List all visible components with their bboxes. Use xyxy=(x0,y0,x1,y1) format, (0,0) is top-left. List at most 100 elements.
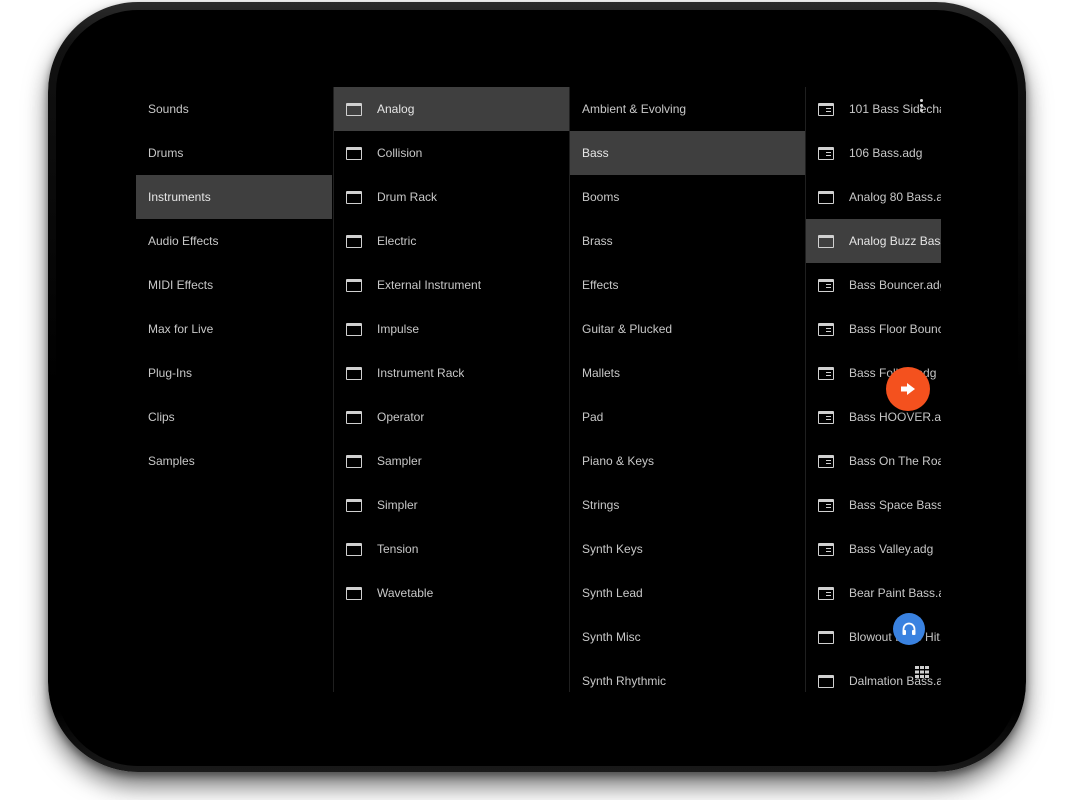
instrument-item[interactable]: Collision xyxy=(334,131,570,175)
next-button[interactable] xyxy=(886,367,930,411)
category-item-label: Samples xyxy=(148,454,195,468)
grid-view-button[interactable] xyxy=(914,665,930,679)
device-icon xyxy=(346,542,362,556)
device-icon xyxy=(346,410,362,424)
category-item[interactable]: Sounds xyxy=(136,87,332,131)
subcategory-item[interactable]: Strings xyxy=(570,483,806,527)
arrow-right-icon xyxy=(901,383,915,395)
preset-item[interactable]: Bass Bouncer.adg xyxy=(806,263,941,307)
subcategory-item-label: Bass xyxy=(582,146,609,160)
device-icon xyxy=(346,278,362,292)
preset-item-label: 101 Bass Sidechain xyxy=(849,102,941,116)
category-item-label: Instruments xyxy=(148,190,211,204)
instrument-item-label: Electric xyxy=(377,234,417,248)
preset-item[interactable]: Bear Paint Bass.adg xyxy=(806,571,941,615)
preset-icon xyxy=(818,454,834,468)
preset-icon xyxy=(818,586,834,600)
subcategory-item[interactable]: Synth Misc xyxy=(570,615,806,659)
preset-item-label: Bear Paint Bass.adg xyxy=(849,586,941,600)
instrument-item[interactable]: Sampler xyxy=(334,439,570,483)
subcategory-item[interactable]: Piano & Keys xyxy=(570,439,806,483)
preset-icon xyxy=(818,102,834,116)
category-item-label: Clips xyxy=(148,410,175,424)
device-icon xyxy=(346,234,362,248)
preset-icon xyxy=(818,322,834,336)
instrument-item[interactable]: Operator xyxy=(334,395,570,439)
category-item[interactable]: MIDI Effects xyxy=(136,263,332,307)
preset-item-label: Analog 80 Bass.adv xyxy=(849,190,941,204)
instrument-item-label: External Instrument xyxy=(377,278,482,292)
instrument-item-label: Instrument Rack xyxy=(377,366,465,380)
category-item[interactable]: Drums xyxy=(136,131,332,175)
preset-item[interactable]: 106 Bass.adg xyxy=(806,131,941,175)
categories-column: Sounds Drums Instruments Audio Effects MIDI … xyxy=(136,87,332,692)
instrument-item[interactable]: Wavetable xyxy=(334,571,570,615)
subcategory-item[interactable]: Bass xyxy=(570,131,806,175)
subcategory-item-label: Piano & Keys xyxy=(582,454,655,468)
category-item[interactable]: Clips xyxy=(136,395,332,439)
instrument-item[interactable]: Analog xyxy=(334,87,570,131)
subcategory-item[interactable]: Mallets xyxy=(570,351,806,395)
instrument-item-label: Collision xyxy=(377,146,423,160)
preset-item[interactable]: Bass Floor Bouncer xyxy=(806,307,941,351)
preview-button[interactable] xyxy=(893,613,925,645)
instrument-item-label: Sampler xyxy=(377,454,422,468)
subcategory-item[interactable]: Ambient & Evolving xyxy=(570,87,806,131)
browser-screen: Sounds Drums Instruments Audio Effects MIDI … xyxy=(136,87,941,692)
preset-item-label: Bass HOOVER.adg xyxy=(849,410,941,424)
category-item-label: Plug-Ins xyxy=(148,366,193,380)
instrument-item-label: Simpler xyxy=(377,498,418,512)
instrument-item[interactable]: Electric xyxy=(334,219,570,263)
preset-item-label: Bass Floor Bouncer xyxy=(849,322,941,336)
device-icon xyxy=(346,190,362,204)
subcategory-item[interactable]: Pad xyxy=(570,395,806,439)
subcategory-item[interactable]: Effects xyxy=(570,263,806,307)
instrument-item[interactable]: Instrument Rack xyxy=(334,351,570,395)
subcategory-item-label: Booms xyxy=(582,190,620,204)
preset-icon xyxy=(818,498,834,512)
category-item[interactable]: Audio Effects xyxy=(136,219,332,263)
instrument-item[interactable]: External Instrument xyxy=(334,263,570,307)
device-icon xyxy=(818,674,834,688)
instrument-item[interactable]: Tension xyxy=(334,527,570,571)
instrument-item[interactable]: Impulse xyxy=(334,307,570,351)
category-item[interactable]: Instruments xyxy=(136,175,332,219)
category-item[interactable]: Max for Live xyxy=(136,307,332,351)
preset-item[interactable]: Bass Space Bass.adg xyxy=(806,483,941,527)
more-vert-icon[interactable] xyxy=(918,99,924,113)
device-icon xyxy=(818,190,834,204)
category-item-label: Max for Live xyxy=(148,322,214,336)
subcategory-item[interactable]: Synth Lead xyxy=(570,571,806,615)
preset-item[interactable]: Analog 80 Bass.adv xyxy=(806,175,941,219)
preset-item[interactable]: Bass On The Road xyxy=(806,439,941,483)
device-icon xyxy=(346,586,362,600)
subcategory-item-label: Synth Lead xyxy=(582,586,643,600)
instrument-item[interactable]: Drum Rack xyxy=(334,175,570,219)
subcategory-item-label: Guitar & Plucked xyxy=(582,322,673,336)
device-icon xyxy=(346,366,362,380)
category-item[interactable]: Samples xyxy=(136,439,332,483)
subcategory-item-label: Synth Keys xyxy=(582,542,643,556)
category-item-label: Sounds xyxy=(148,102,189,116)
subcategories-column: Ambient & Evolving Bass Booms Brass Effects G… xyxy=(569,87,806,692)
subcategory-item-label: Pad xyxy=(582,410,604,424)
subcategory-item-label: Synth Rhythmic xyxy=(582,674,667,688)
preset-icon xyxy=(818,410,834,424)
subcategory-item-label: Strings xyxy=(582,498,620,512)
subcategory-item-label: Effects xyxy=(582,278,619,292)
instrument-item-label: Wavetable xyxy=(377,586,434,600)
subcategory-item[interactable]: Guitar & Plucked xyxy=(570,307,806,351)
preset-item[interactable]: Analog Buzz Bass.adv xyxy=(806,219,941,263)
device-icon xyxy=(818,234,834,248)
preset-item-label: Bass Valley.adg xyxy=(849,542,934,556)
preset-icon xyxy=(818,366,834,380)
preset-icon xyxy=(818,278,834,292)
instrument-item[interactable]: Simpler xyxy=(334,483,570,527)
preset-item[interactable]: Bass Valley.adg xyxy=(806,527,941,571)
subcategory-item[interactable]: Synth Rhythmic xyxy=(570,659,806,692)
subcategory-item[interactable]: Brass xyxy=(570,219,806,263)
category-item[interactable]: Plug-Ins xyxy=(136,351,332,395)
subcategory-item[interactable]: Booms xyxy=(570,175,806,219)
subcategory-item[interactable]: Synth Keys xyxy=(570,527,806,571)
preset-item-label: Bass Bouncer.adg xyxy=(849,278,941,292)
